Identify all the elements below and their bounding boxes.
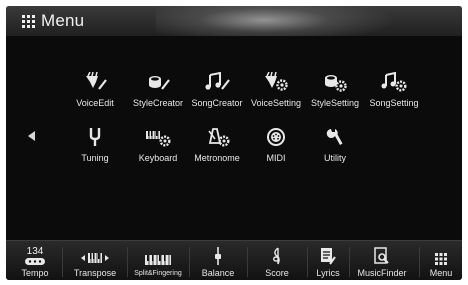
header-glow [156,6,396,36]
lyrics-icon [321,248,336,265]
previous-page-arrow-icon[interactable] [28,131,35,141]
score-button[interactable]: Score [248,241,306,280]
menu-label: Menu [429,268,453,278]
balance-button[interactable]: Balance [190,241,246,280]
toolbar-divider [62,247,63,277]
score-icon [273,247,280,265]
transpose-button[interactable]: Transpose [64,241,126,280]
style-creator-icon [149,76,170,90]
tempo-value: 134 [26,246,44,257]
menu-item-label: Utility [324,153,346,163]
menu-item-label: SongCreator [191,98,243,108]
grid-icon [22,15,35,28]
lyrics-label: Lyrics [316,268,340,278]
menu-item-songsetting[interactable]: SongSetting [359,72,429,112]
tuning-fork-icon [89,128,101,146]
split-fingering-button[interactable]: Split&Fingering [128,241,188,280]
menu-item-label: MIDI [266,153,286,163]
menu-item-tuning[interactable]: Tuning [60,127,130,167]
transpose-label: Transpose [73,268,117,278]
voice-edit-icon [86,72,107,90]
score-label: Score [265,268,289,278]
menu-item-label: Metronome [194,153,240,163]
menu-grid-icon [435,253,447,265]
music-finder-icon [374,247,389,264]
song-setting-icon [381,72,407,92]
keyboard-setting-icon [146,131,171,147]
wrench-icon [326,129,343,145]
balance-icon [215,247,221,265]
menu-item-label: VoiceSetting [250,98,302,108]
voice-setting-icon [265,72,288,91]
transpose-icon [81,253,109,263]
tempo-button[interactable]: 134 Tempo [12,241,58,280]
lyrics-button[interactable]: Lyrics [308,241,348,280]
song-creator-icon [205,72,230,90]
page-title: Menu [41,11,85,30]
menu-screen: Menu VoiceEdit StyleCreator SongCreator [6,6,462,280]
split-fingering-label: Split&Fingering [134,270,182,277]
menu-item-voiceedit[interactable]: VoiceEdit [60,72,130,112]
balance-label: Balance [201,268,235,278]
menu-button[interactable]: Menu [420,241,462,280]
metronome-icon [208,128,230,147]
music-finder-button[interactable]: MusicFinder [350,241,414,280]
menu-item-label: StyleCreator [132,98,184,108]
tempo-icon [25,258,45,265]
split-fingering-icon [145,255,171,265]
tempo-label: Tempo [21,268,49,278]
menu-item-utility[interactable]: Utility [300,127,370,167]
style-setting-icon [325,75,347,92]
menu-item-label: Keyboard [138,153,178,163]
menu-item-label: SongSetting [369,98,419,108]
menu-item-label: Tuning [81,153,109,163]
bottom-toolbar: 134 Tempo Transpose Split&Fingering Bala… [6,240,462,280]
header-bar: Menu [6,6,462,36]
music-finder-label: MusicFinder [357,268,407,278]
menu-item-label: StyleSetting [310,98,360,108]
menu-item-label: VoiceEdit [76,98,114,108]
midi-icon [267,128,285,146]
